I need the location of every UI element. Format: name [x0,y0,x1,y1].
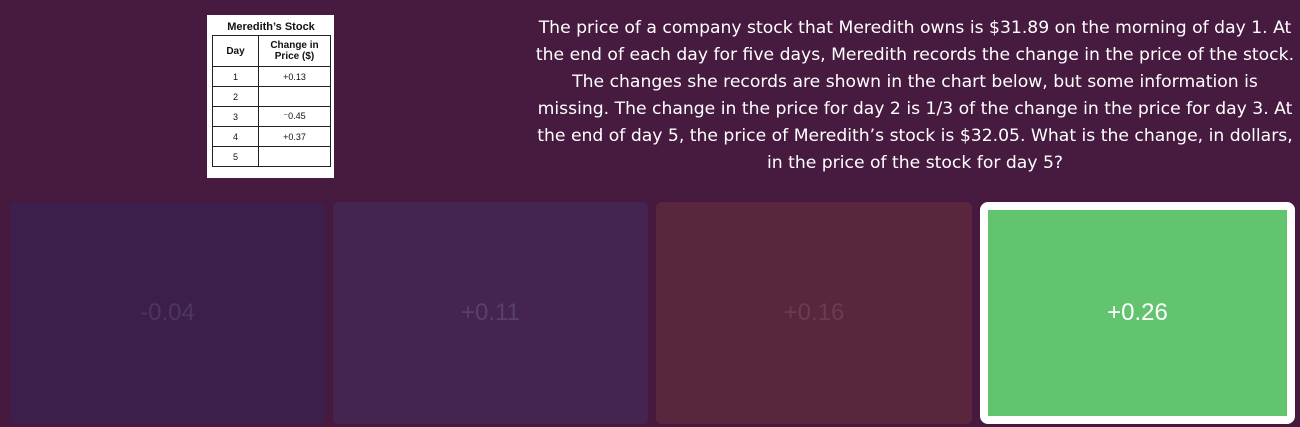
day-cell: 3 [212,106,259,127]
answer-option-label: +0.26 [1107,299,1168,326]
answer-option-4-correct[interactable]: +0.26 [980,202,1295,424]
day-cell: 5 [212,146,259,167]
table-row: 3 ⁻0.45 [212,106,331,127]
day-cell: 4 [212,126,259,147]
question-text: The price of a company stock that Meredi… [535,18,1295,173]
change-cell: +0.37 [258,126,331,147]
answer-option-label: -0.04 [140,299,195,326]
table-row: 4 +0.37 [212,126,331,147]
stock-table-image: Meredith’s Stock Day Change in Price ($)… [207,15,334,178]
change-cell [258,146,331,167]
answer-option-1[interactable]: -0.04 [10,202,325,424]
answer-option-label: +0.11 [461,299,520,326]
answer-option-label: +0.16 [783,299,845,326]
stock-table: Day Change in Price ($) 1 +0.13 2 3 ⁻0.4… [212,35,331,167]
table-row: 5 [212,146,331,167]
day-column-header: Day [212,35,259,67]
table-row: 1 +0.13 [212,66,331,87]
change-cell: +0.13 [258,66,331,87]
stock-table-header-row: Day Change in Price ($) [212,35,331,67]
change-cell [258,86,331,107]
answer-option-2[interactable]: +0.11 [333,202,648,424]
change-column-header: Change in Price ($) [258,35,331,67]
day-cell: 2 [212,86,259,107]
change-cell: ⁻0.45 [258,106,331,127]
stock-table-title: Meredith’s Stock [227,21,315,33]
table-row: 2 [212,86,331,107]
answer-option-3[interactable]: +0.16 [656,202,972,424]
day-cell: 1 [212,66,259,87]
